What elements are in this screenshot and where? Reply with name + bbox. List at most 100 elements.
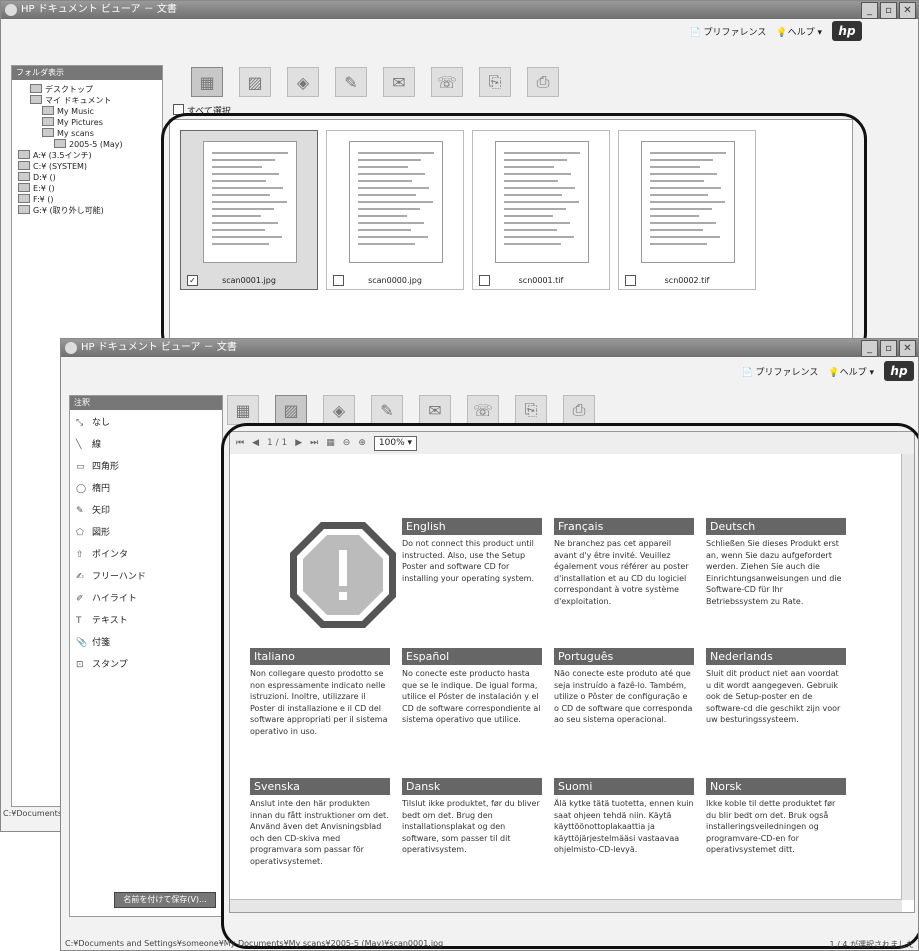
language-block: Français Ne branchez pas cet appareil ava… — [554, 518, 694, 607]
annotation-icon: T — [76, 616, 82, 626]
tree-item[interactable]: A:¥ (3.5インチ) — [14, 150, 160, 161]
annotation-tool[interactable]: ⤡ なし — [70, 412, 222, 434]
edit-icon[interactable]: ✎ — [335, 67, 367, 97]
maximize-button[interactable]: ▫ — [880, 2, 897, 19]
email-icon[interactable]: ✉ — [383, 67, 415, 97]
vertical-scrollbar[interactable] — [901, 454, 914, 900]
annotation-icon: ▭ — [76, 462, 85, 472]
scan-icon[interactable]: ◈ — [323, 395, 355, 425]
tree-item[interactable]: デスクトップ — [14, 84, 160, 95]
first-page-icon[interactable]: ⏮ — [236, 438, 244, 448]
print-icon[interactable]: ⎙ — [527, 67, 559, 97]
folder-icon — [42, 128, 54, 137]
fit-page-icon[interactable]: ▦ — [326, 438, 335, 448]
language-heading: Dansk — [402, 778, 542, 795]
annotation-icon: ⤡ — [76, 418, 84, 428]
thumbnail-view-button[interactable]: ▦ — [191, 67, 223, 97]
horizontal-scrollbar[interactable] — [230, 899, 902, 912]
print-icon[interactable]: ⎙ — [563, 395, 595, 425]
titlebar-front[interactable]: HP ドキュメント ビューア － 文書 _ ▫ ✕ — [61, 339, 918, 357]
annotation-tool[interactable]: ✎ 矢印 — [70, 500, 222, 522]
annotation-tool[interactable]: ✍ フリーハンド — [70, 566, 222, 588]
language-heading: Nederlands — [706, 648, 846, 665]
annotation-tool[interactable]: ◯ 楕円 — [70, 478, 222, 500]
annotation-tool[interactable]: ▭ 四角形 — [70, 456, 222, 478]
next-page-icon[interactable]: ▶ — [295, 438, 302, 448]
language-text: Anslut inte den här produkten innan du f… — [250, 799, 389, 866]
thumbnail[interactable]: ✓ scan0001.jpg — [180, 130, 318, 290]
save-as-button[interactable]: 名前を付けて保存(V)... — [114, 892, 216, 908]
annotation-tool[interactable]: ✐ ハイライト — [70, 588, 222, 610]
zoom-select[interactable]: 100% ▾ — [373, 435, 418, 451]
help-label: ヘルプ — [839, 367, 867, 378]
zoom-out-icon[interactable]: ⊖ — [343, 438, 351, 448]
scan-icon[interactable]: ◈ — [287, 67, 319, 97]
language-block: Italiano Non collegare questo prodotto se… — [250, 648, 390, 737]
annotation-tool[interactable]: 📎 付箋 — [70, 632, 222, 654]
page-preview — [641, 141, 735, 263]
annotation-tool[interactable]: ⬠ 図形 — [70, 522, 222, 544]
language-heading: Português — [554, 648, 694, 665]
annotation-icon: ⇧ — [76, 550, 84, 560]
thumbnail[interactable]: scn0001.tif — [472, 130, 610, 290]
language-heading: English — [402, 518, 542, 535]
annotation-icon: ◯ — [76, 484, 87, 494]
tree-item[interactable]: My Music — [14, 106, 160, 117]
tree-item[interactable]: マイ ドキュメント — [14, 95, 160, 106]
select-all-row[interactable]: すべて選択 — [173, 104, 231, 117]
annotation-label: テキスト — [92, 616, 128, 626]
titlebar-back[interactable]: HP ドキュメント ビューア － 文書 _ ▫ ✕ — [1, 1, 918, 19]
maximize-button[interactable]: ▫ — [880, 340, 897, 357]
annotation-tool[interactable]: ╲ 線 — [70, 434, 222, 456]
annotation-icon: ╲ — [76, 440, 82, 450]
select-all-label: すべて選択 — [186, 107, 231, 117]
page-view-button[interactable]: ▨ — [239, 67, 271, 97]
language-block: Deutsch Schließen Sie dieses Produkt erst… — [706, 518, 846, 607]
annotation-tool[interactable]: ⊡ スタンプ — [70, 654, 222, 676]
thumbnail[interactable]: scan0000.jpg — [326, 130, 464, 290]
annotation-tool[interactable]: ⇧ ポインタ — [70, 544, 222, 566]
language-block: Nederlands Sluit dit product niet aan voo… — [706, 648, 846, 726]
page-view-button[interactable]: ▨ — [275, 395, 307, 425]
tree-item[interactable]: F:¥ () — [14, 194, 160, 205]
thumbnail[interactable]: scn0002.tif — [618, 130, 756, 290]
folder-icon — [30, 95, 42, 104]
preferences-link[interactable]: 📄 プリファレンス — [741, 365, 818, 378]
help-menu[interactable]: 💡ヘルプ ▾ — [776, 25, 822, 38]
folder-icon — [18, 205, 30, 214]
close-button[interactable]: ✕ — [899, 340, 916, 357]
fax-icon[interactable]: ☏ — [467, 395, 499, 425]
warning-sign-icon — [290, 522, 396, 628]
annotation-label: 付箋 — [92, 638, 111, 648]
email-icon[interactable]: ✉ — [419, 395, 451, 425]
minimize-button[interactable]: _ — [861, 340, 878, 357]
zoom-in-icon[interactable]: ⊕ — [358, 438, 366, 448]
tree-item[interactable]: My scans — [14, 128, 160, 139]
thumbnail-caption: scn0001.tif — [518, 276, 564, 285]
last-page-icon[interactable]: ⏭ — [310, 438, 318, 448]
thumbnail-area: ✓ scan0001.jpg scan0000.jpg scn0001.tif scn0… — [169, 119, 853, 341]
annotation-label: 矢印 — [92, 506, 111, 516]
thumbnail-view-button[interactable]: ▦ — [227, 395, 259, 425]
tree-item[interactable]: G:¥ (取り外し可能) — [14, 205, 160, 216]
language-text: Schließen Sie dieses Produkt erst an, we… — [706, 539, 842, 606]
prev-page-icon[interactable]: ◀ — [252, 438, 259, 448]
minimize-button[interactable]: _ — [861, 2, 878, 19]
tree-item[interactable]: 2005-5 (May) — [14, 139, 160, 150]
save-icon[interactable]: ⎘ — [479, 67, 511, 97]
select-all-checkbox[interactable] — [173, 104, 184, 115]
tree-item[interactable]: C:¥ (SYSTEM) — [14, 161, 160, 172]
close-button[interactable]: ✕ — [899, 2, 916, 19]
help-menu[interactable]: 💡ヘルプ ▾ — [828, 365, 874, 378]
annotation-label: なし — [92, 418, 111, 428]
annotation-tool[interactable]: T テキスト — [70, 610, 222, 632]
preferences-link[interactable]: 📄 プリファレンス — [689, 25, 766, 38]
fax-icon[interactable]: ☏ — [431, 67, 463, 97]
save-icon[interactable]: ⎘ — [515, 395, 547, 425]
edit-icon[interactable]: ✎ — [371, 395, 403, 425]
toolbar-front: ▦ ▨ ◈ ✎ ✉ ☏ ⎘ ⎙ — [227, 391, 595, 429]
language-block: Norsk Ikke koble til dette produktet før … — [706, 778, 846, 856]
tree-item[interactable]: D:¥ () — [14, 172, 160, 183]
tree-item[interactable]: My Pictures — [14, 117, 160, 128]
tree-item[interactable]: E:¥ () — [14, 183, 160, 194]
